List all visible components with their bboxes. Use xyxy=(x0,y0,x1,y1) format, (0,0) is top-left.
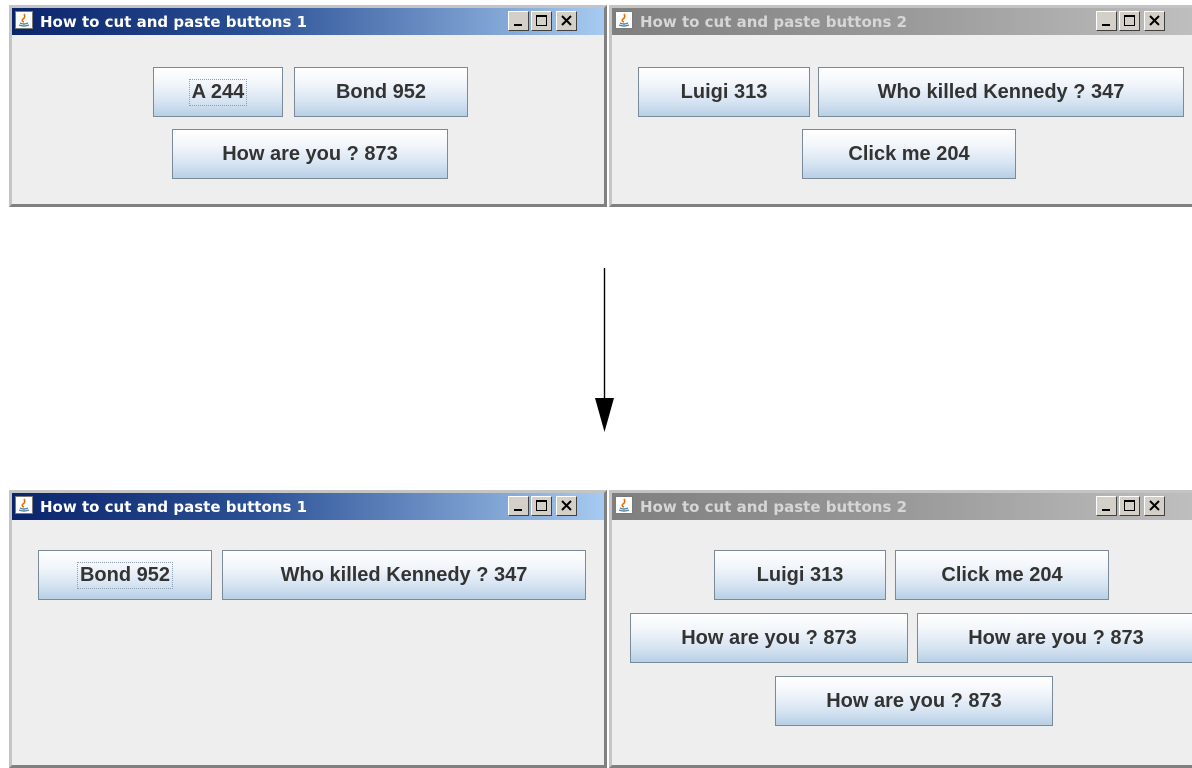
button-who-killed-kennedy-347[interactable]: Who killed Kennedy ? 347 xyxy=(222,550,586,600)
title-bar[interactable]: How to cut and paste buttons 2 xyxy=(612,8,1192,35)
button-how-are-you-873[interactable]: How are you ? 873 xyxy=(917,613,1192,663)
title-bar[interactable]: How to cut and paste buttons 2 xyxy=(612,493,1192,520)
window-top-1: How to cut and paste buttons 1 A 244 Bon… xyxy=(9,5,607,207)
button-how-are-you-873[interactable]: How are you ? 873 xyxy=(172,129,448,179)
minimize-icon[interactable] xyxy=(1096,11,1117,31)
close-icon[interactable] xyxy=(556,496,577,516)
java-icon[interactable] xyxy=(15,11,33,29)
maximize-icon[interactable] xyxy=(531,496,552,516)
java-icon[interactable] xyxy=(615,11,633,29)
button-luigi-313[interactable]: Luigi 313 xyxy=(714,550,886,600)
close-icon[interactable] xyxy=(1144,496,1165,516)
content-pane: Luigi 313 Click me 204 How are you ? 873… xyxy=(612,520,1192,765)
content-pane: Bond 952 Who killed Kennedy ? 347 xyxy=(12,520,604,765)
java-icon[interactable] xyxy=(15,496,33,514)
maximize-icon[interactable] xyxy=(1119,11,1140,31)
window-title: How to cut and paste buttons 1 xyxy=(40,498,308,516)
java-icon[interactable] xyxy=(615,496,633,514)
window-title: How to cut and paste buttons 2 xyxy=(640,13,908,31)
window-bottom-2: How to cut and paste buttons 2 Luigi 313… xyxy=(609,490,1192,768)
button-how-are-you-873[interactable]: How are you ? 873 xyxy=(775,676,1053,726)
button-luigi-313[interactable]: Luigi 313 xyxy=(638,67,810,117)
button-click-me-204[interactable]: Click me 204 xyxy=(802,129,1016,179)
content-pane: Luigi 313 Who killed Kennedy ? 347 Click… xyxy=(612,35,1192,204)
close-icon[interactable] xyxy=(556,11,577,31)
minimize-icon[interactable] xyxy=(508,11,529,31)
close-icon[interactable] xyxy=(1144,11,1165,31)
down-arrow-icon xyxy=(595,268,614,432)
maximize-icon[interactable] xyxy=(531,11,552,31)
window-top-2: How to cut and paste buttons 2 Luigi 313… xyxy=(609,5,1192,207)
maximize-icon[interactable] xyxy=(1119,496,1140,516)
window-title: How to cut and paste buttons 2 xyxy=(640,498,908,516)
title-bar[interactable]: How to cut and paste buttons 1 xyxy=(12,493,604,520)
button-a-244[interactable]: A 244 xyxy=(153,67,283,117)
button-bond-952[interactable]: Bond 952 xyxy=(294,67,468,117)
button-click-me-204[interactable]: Click me 204 xyxy=(895,550,1109,600)
button-bond-952[interactable]: Bond 952 xyxy=(38,550,212,600)
title-bar[interactable]: How to cut and paste buttons 1 xyxy=(12,8,604,35)
minimize-icon[interactable] xyxy=(1096,496,1117,516)
button-how-are-you-873[interactable]: How are you ? 873 xyxy=(630,613,908,663)
minimize-icon[interactable] xyxy=(508,496,529,516)
content-pane: A 244 Bond 952 How are you ? 873 xyxy=(12,35,604,204)
window-title: How to cut and paste buttons 1 xyxy=(40,13,308,31)
window-bottom-1: How to cut and paste buttons 1 Bond 952 … xyxy=(9,490,607,768)
button-who-killed-kennedy-347[interactable]: Who killed Kennedy ? 347 xyxy=(818,67,1184,117)
